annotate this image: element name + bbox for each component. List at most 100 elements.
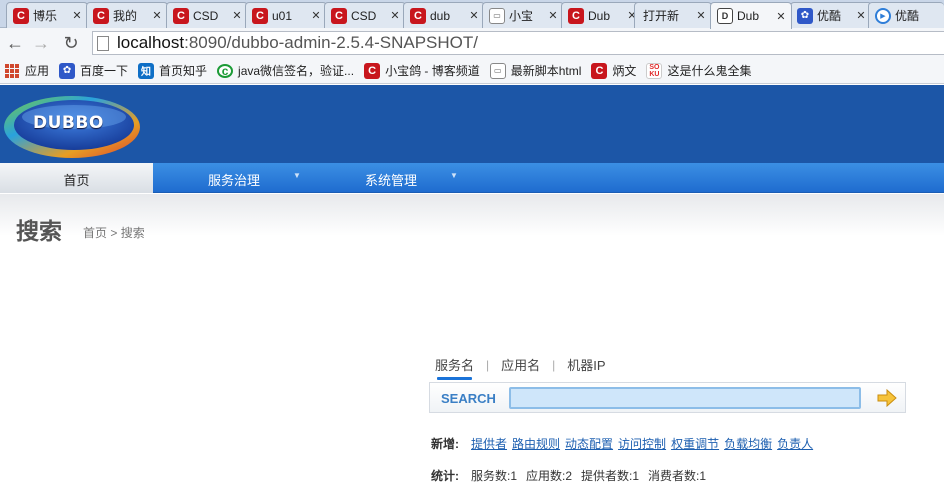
page-title-bar: 搜索 首页 > 搜索 — [0, 194, 944, 264]
tab-title: Dub — [588, 8, 611, 23]
g-logo-icon: c — [217, 63, 234, 78]
bookmark-label: 百度一下 — [80, 64, 129, 78]
close-icon[interactable]: ✕ — [71, 9, 83, 22]
stat-service-count: 服务数:1 — [471, 469, 518, 483]
logo-text: DUBBO — [33, 113, 104, 133]
bookmark-label: 炳文 — [612, 64, 637, 78]
browser-tab[interactable]: ▶ 优酷 — [868, 2, 944, 28]
tab-title: 优酷 — [817, 9, 842, 23]
link-add-access-control[interactable]: 访问控制 — [618, 435, 666, 452]
create-label: 新增: — [431, 437, 459, 451]
bookmarks-bar: 应用 ✿ 百度一下 知 首页知乎 c java微信签名，验证... C 小宝鸽 … — [0, 58, 944, 84]
document-icon: ▭ — [489, 62, 506, 79]
browser-tab[interactable]: C Dub ✕ — [561, 2, 643, 28]
browser-tab[interactable]: C CSD ✕ — [324, 2, 406, 28]
browser-tab[interactable]: 打开新 ✕ — [634, 2, 712, 28]
caret-down-icon: ▼ — [293, 171, 301, 180]
csdn-icon: C — [591, 62, 608, 79]
browser-tab[interactable]: C dub ✕ — [403, 2, 485, 28]
app-header: DUBBO — [0, 85, 944, 163]
search-go-arrow-icon[interactable] — [877, 389, 897, 407]
close-icon[interactable]: ✕ — [231, 9, 243, 22]
browser-tab[interactable]: C u01 ✕ — [245, 2, 327, 28]
paw-icon: ✿ — [59, 62, 76, 79]
url-text[interactable]: localhost:8090/dubbo-admin-2.5.4-SNAPSHO… — [117, 33, 478, 53]
tab-title: 我的 — [113, 9, 138, 23]
nav-home[interactable]: 首页 — [0, 163, 153, 193]
close-icon[interactable]: ✕ — [310, 9, 322, 22]
link-add-load-balance[interactable]: 负载均衡 — [724, 435, 772, 452]
close-icon[interactable]: ✕ — [695, 9, 707, 22]
bookmark-csdn-blog[interactable]: C 小宝鸽 - 博客频道 — [364, 62, 480, 79]
dubbo-icon: D — [717, 8, 733, 24]
create-links-row: 新增: 提供者 路由规则 动态配置 访问控制 权重调节 负载均衡 负责人 — [431, 435, 818, 452]
tab-application-name[interactable]: 应用名 — [501, 355, 540, 378]
tab-divider: | — [486, 357, 490, 372]
bookmark-label: 小宝鸽 - 博客频道 — [385, 64, 480, 78]
bookmark-java-wechat[interactable]: c java微信签名，验证... — [217, 62, 354, 79]
close-icon[interactable]: ✕ — [855, 9, 867, 22]
bookmark-label: 最新脚本html — [510, 64, 582, 78]
tab-title: CSD — [193, 8, 219, 23]
breadcrumb-separator: > — [110, 226, 118, 240]
browser-tab[interactable]: ▭ 小宝 ✕ — [482, 2, 564, 28]
link-add-dynamic-config[interactable]: 动态配置 — [565, 435, 613, 452]
stat-application-count: 应用数:2 — [526, 469, 573, 483]
tab-title: dub — [430, 8, 451, 23]
bookmark-bingwen[interactable]: C 炳文 — [591, 62, 636, 79]
close-icon[interactable]: ✕ — [775, 10, 787, 23]
forward-icon[interactable]: → — [30, 32, 52, 54]
reload-icon[interactable]: ↻ — [60, 32, 82, 54]
close-icon[interactable]: ✕ — [468, 9, 480, 22]
tab-title: Dub — [737, 9, 760, 23]
stats-label: 统计: — [431, 469, 459, 483]
nav-system-management[interactable]: 系统管理 — [365, 163, 417, 193]
search-label: SEARCH — [441, 391, 496, 406]
link-add-provider[interactable]: 提供者 — [471, 435, 507, 452]
link-add-weight[interactable]: 权重调节 — [671, 435, 719, 452]
bookmark-zhihu[interactable]: 知 首页知乎 — [138, 62, 207, 79]
caret-down-icon: ▼ — [450, 171, 458, 180]
csdn-icon: C — [13, 7, 29, 24]
stat-consumer-count: 消费者数:1 — [648, 469, 707, 483]
bookmark-baidu[interactable]: ✿ 百度一下 — [59, 62, 128, 79]
link-add-owner[interactable]: 负责人 — [777, 435, 813, 452]
csdn-icon: C — [364, 62, 381, 79]
bookmark-apps[interactable]: 应用 — [4, 62, 49, 79]
breadcrumb-home[interactable]: 首页 — [83, 226, 107, 240]
link-add-route-rule[interactable]: 路由规则 — [512, 435, 560, 452]
stat-provider-count: 提供者数:1 — [581, 469, 640, 483]
tab-divider: | — [552, 357, 556, 372]
csdn-icon: C — [173, 7, 189, 24]
back-icon[interactable]: ← — [4, 32, 26, 54]
bookmark-label: 这是什么鬼全集 — [667, 64, 752, 78]
tab-service-name[interactable]: 服务名 — [435, 355, 474, 380]
paw-icon: ✿ — [797, 7, 813, 24]
search-input[interactable] — [509, 387, 861, 409]
csdn-icon: C — [568, 7, 584, 24]
browser-tab[interactable]: C CSD ✕ — [166, 2, 248, 28]
tab-machine-ip[interactable]: 机器IP — [567, 355, 605, 378]
nav-service-governance[interactable]: 服务治理 — [208, 163, 260, 193]
bookmark-label: 应用 — [25, 64, 50, 78]
address-bar[interactable]: localhost:8090/dubbo-admin-2.5.4-SNAPSHO… — [92, 31, 944, 55]
bookmark-html-scripts[interactable]: ▭ 最新脚本html — [489, 62, 582, 79]
search-type-tabs: 服务名 | 应用名 | 机器IP — [435, 355, 606, 380]
search-panel: SEARCH — [429, 382, 906, 413]
csdn-icon: C — [331, 7, 347, 24]
browser-tab[interactable]: C 我的 ✕ — [86, 2, 168, 28]
csdn-icon: C — [252, 7, 268, 24]
browser-tab[interactable]: ✿ 优酷 ✕ — [790, 2, 872, 28]
bookmark-soku[interactable]: SO KU 这是什么鬼全集 — [646, 62, 751, 79]
browser-tab[interactable]: C 博乐 ✕ — [6, 2, 88, 28]
breadcrumb-current: 搜索 — [120, 226, 145, 240]
close-icon[interactable]: ✕ — [151, 9, 163, 22]
nav-label: 服务治理 — [208, 173, 261, 188]
browser-tab-active[interactable]: D Dub ✕ — [710, 2, 792, 29]
close-icon[interactable]: ✕ — [389, 9, 401, 22]
csdn-icon: C — [410, 7, 426, 24]
nav-label: 系统管理 — [365, 173, 418, 188]
browser-toolbar: ← → ↻ localhost:8090/dubbo-admin-2.5.4-S… — [0, 28, 944, 58]
close-icon[interactable]: ✕ — [547, 9, 559, 22]
tab-title: 打开新 — [643, 9, 680, 23]
